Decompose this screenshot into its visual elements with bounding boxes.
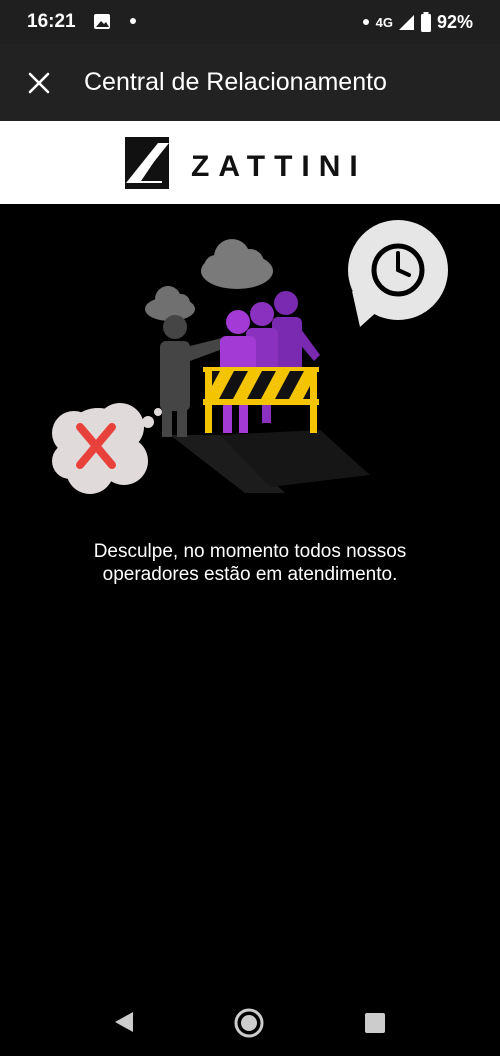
dot-icon	[130, 18, 136, 24]
message-line-2: operadores estão em atendimento.	[102, 564, 398, 585]
brand-header: ZATTINI	[0, 121, 500, 204]
network-label: 4G	[375, 14, 393, 30]
zattini-z-mark-icon	[125, 137, 169, 189]
unavailable-message: Desculpe, no momento todos nossos operad…	[30, 540, 470, 586]
dot-icon	[362, 19, 369, 25]
status-time: 16:21	[27, 11, 76, 32]
clock-speech-bubble-icon	[348, 220, 448, 327]
status-bar: 16:21 4G 92%	[0, 0, 500, 44]
battery-icon	[420, 12, 431, 32]
app-bar: Central de Relacionamento	[0, 44, 500, 121]
message-line-1: Desculpe, no momento todos nossos	[93, 541, 407, 562]
close-icon	[28, 72, 50, 94]
page-title: Central de Relacionamento	[84, 68, 387, 96]
gray-cloud-small-icon	[145, 286, 195, 321]
brand-logo: ZATTINI	[125, 137, 367, 189]
error-thought-bubble-icon	[52, 403, 162, 494]
image-notification-icon	[94, 14, 110, 29]
recents-icon[interactable]	[364, 1012, 386, 1034]
road-barrier-icon	[203, 367, 319, 433]
battery-percent: 92%	[436, 11, 473, 32]
purple-crowd-figures	[220, 291, 320, 433]
system-nav-bar	[0, 990, 500, 1056]
gray-cloud-large-icon	[201, 239, 273, 289]
back-icon[interactable]	[113, 1010, 135, 1034]
status-right: 4G 92%	[362, 11, 473, 33]
status-notification-icons	[94, 14, 136, 29]
home-icon[interactable]	[233, 1007, 265, 1039]
close-button[interactable]	[22, 66, 56, 100]
signal-icon	[398, 15, 414, 30]
busy-operators-illustration	[52, 220, 448, 494]
brand-wordmark: ZATTINI	[191, 150, 367, 183]
